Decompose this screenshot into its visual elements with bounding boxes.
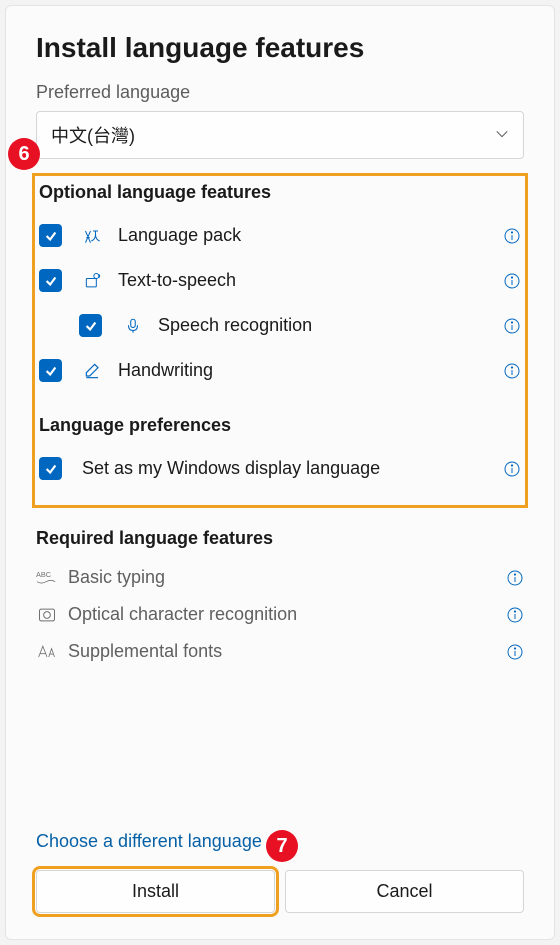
required-label: Supplemental fonts (68, 641, 498, 662)
handwriting-icon (82, 360, 104, 382)
svg-text:ABC: ABC (36, 570, 52, 579)
cancel-button[interactable]: Cancel (285, 870, 524, 913)
display-language-checkbox[interactable] (39, 457, 62, 480)
required-ocr: Optical character recognition (36, 596, 524, 633)
tts-checkbox[interactable] (39, 269, 62, 292)
feature-label: Text-to-speech (118, 270, 495, 291)
info-icon[interactable] (503, 362, 521, 380)
callout-badge-7: 7 (266, 830, 298, 862)
highlighted-options: Optional language features Language pack (32, 173, 528, 508)
required-basic-typing: ABC Basic typing (36, 559, 524, 596)
info-icon[interactable] (503, 227, 521, 245)
callout-badge-6: 6 (8, 138, 40, 170)
handwriting-checkbox[interactable] (39, 359, 62, 382)
choose-different-language-link[interactable]: Choose a different language (36, 831, 262, 852)
required-label: Optical character recognition (68, 604, 498, 625)
feature-tts: Text-to-speech (35, 258, 525, 303)
dropdown-value: 中文(台灣) (51, 122, 135, 148)
info-icon[interactable] (506, 569, 524, 587)
info-icon[interactable] (506, 643, 524, 661)
language-pack-checkbox[interactable] (39, 224, 62, 247)
feature-label: Set as my Windows display language (82, 458, 495, 479)
info-icon[interactable] (503, 460, 521, 478)
feature-label: Speech recognition (158, 315, 495, 336)
ocr-icon (36, 605, 58, 625)
mic-icon (122, 315, 144, 337)
dialog-title: Install language features (36, 32, 524, 64)
install-button[interactable]: Install (36, 870, 275, 913)
tts-icon (82, 270, 104, 292)
required-features: Required language features ABC Basic typ… (36, 528, 524, 670)
required-features-title: Required language features (36, 528, 524, 559)
info-icon[interactable] (503, 272, 521, 290)
feature-language-pack: Language pack (35, 213, 525, 258)
required-label: Basic typing (68, 567, 498, 588)
font-icon (36, 643, 58, 661)
feature-display-language: Set as my Windows display language (35, 446, 525, 491)
chevron-down-icon (495, 125, 509, 146)
abc-icon: ABC (36, 569, 58, 587)
feature-label: Language pack (118, 225, 495, 246)
feature-speech-recognition: Speech recognition (35, 303, 525, 348)
button-row: Install Cancel (36, 870, 524, 913)
language-preferences-title: Language preferences (35, 415, 525, 446)
info-icon[interactable] (503, 317, 521, 335)
feature-label: Handwriting (118, 360, 495, 381)
required-fonts: Supplemental fonts (36, 633, 524, 670)
speech-recognition-checkbox[interactable] (79, 314, 102, 337)
preferred-language-label: Preferred language (36, 82, 524, 103)
language-icon (82, 225, 104, 247)
info-icon[interactable] (506, 606, 524, 624)
preferred-language-dropdown[interactable]: 中文(台灣) (36, 111, 524, 159)
feature-handwriting: Handwriting (35, 348, 525, 393)
optional-features-title: Optional language features (35, 182, 525, 213)
install-language-dialog: Install language features Preferred lang… (5, 5, 555, 940)
